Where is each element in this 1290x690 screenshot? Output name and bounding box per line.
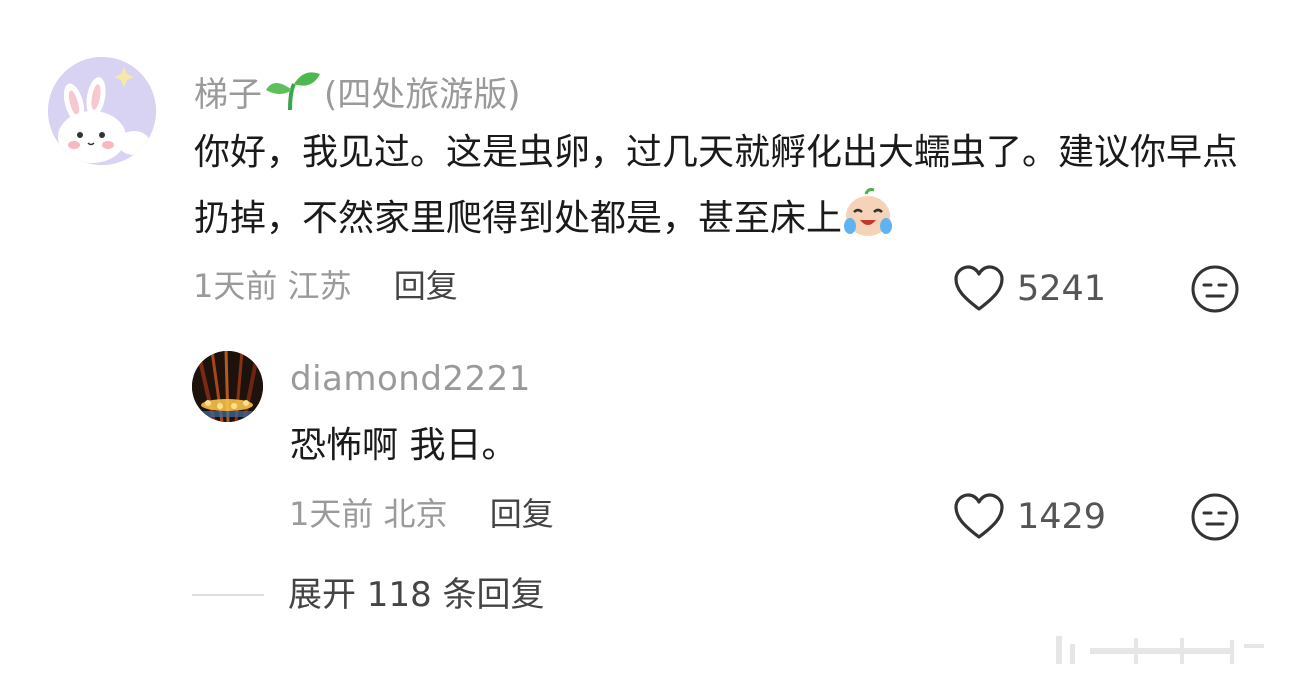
meh-face-icon: [1191, 265, 1239, 313]
username-suffix: (四处旅游版): [324, 75, 521, 115]
like-button[interactable]: 5241: [953, 265, 1106, 313]
avatar-reply[interactable]: [192, 351, 263, 422]
comment-time: 1天前: [193, 267, 278, 305]
reply-username[interactable]: diamond2221: [290, 362, 531, 396]
comment-text: 你好，我见过。这是虫卵，过几天就孵化出大蠕虫了。建议你早点扔掉，不然家里爬得到处…: [194, 120, 1254, 260]
dislike-button[interactable]: [1190, 264, 1240, 318]
username-text: 梯子: [194, 75, 262, 115]
expand-replies-label: 展开 118 条回复: [288, 575, 545, 615]
reply-dislike-button[interactable]: [1190, 492, 1240, 546]
divider: [192, 594, 264, 596]
heart-outline-icon: [954, 493, 1004, 539]
crying-laughing-emoji: [842, 188, 894, 260]
reply-text: 恐怖啊 我日。: [290, 425, 518, 466]
avatar-main-comment[interactable]: [48, 57, 156, 165]
reply-meta: 1天前 北京 回复: [289, 498, 554, 530]
comment-meta: 1天前 江苏 回复: [193, 270, 458, 302]
like-count: 5241: [1017, 268, 1107, 309]
watermark: [1030, 630, 1280, 674]
heart-outline-icon: [954, 265, 1004, 311]
reply-reply-button[interactable]: 回复: [490, 495, 554, 533]
reply-button[interactable]: 回复: [394, 267, 458, 305]
comment-username[interactable]: 梯子 (四处旅游版): [194, 70, 521, 116]
reply-time: 1天前: [289, 495, 374, 533]
expand-replies-button[interactable]: 展开 118 条回复: [192, 578, 545, 612]
reply-like-count: 1429: [1017, 496, 1107, 537]
meh-face-icon: [1191, 493, 1239, 541]
sprout-emoji: [264, 70, 322, 116]
comment-body: 你好，我见过。这是虫卵，过几天就孵化出大蠕虫了。建议你早点扔掉，不然家里爬得到处…: [194, 132, 1239, 239]
comment-location: 江苏: [287, 267, 352, 305]
reply-like-button[interactable]: 1429: [953, 493, 1106, 541]
reply-location: 北京: [383, 495, 448, 533]
